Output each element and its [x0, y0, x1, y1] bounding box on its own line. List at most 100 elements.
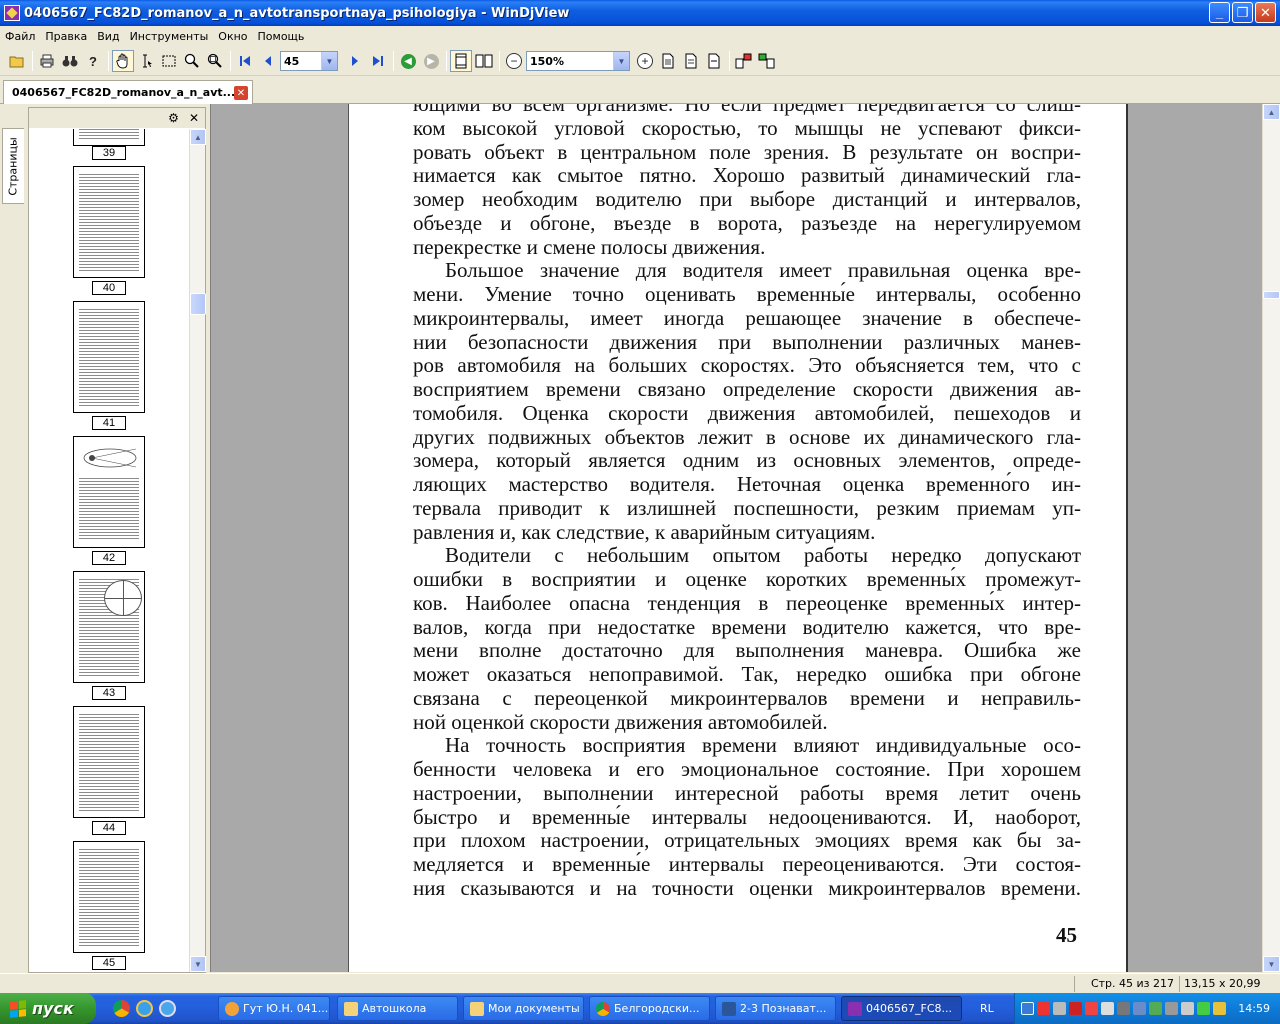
single-page-icon[interactable]	[450, 50, 472, 72]
find-binoculars-icon[interactable]	[59, 50, 81, 72]
document-scrollbar[interactable]: ▲ ▼	[1262, 104, 1280, 972]
antivirus-icon[interactable]	[1069, 1002, 1082, 1015]
scroll-up-arrow-icon[interactable]: ▲	[1263, 104, 1280, 120]
menu-help[interactable]: Помощь	[253, 30, 310, 43]
hand-tool-icon[interactable]	[112, 50, 134, 72]
language-indicator[interactable]: RL	[980, 1002, 994, 1015]
previous-page-icon[interactable]	[257, 50, 279, 72]
page-thumbnail-label[interactable]: 41	[92, 416, 126, 430]
panel-close-icon[interactable]: ✕	[189, 111, 199, 125]
tray-app-icon[interactable]	[1053, 1002, 1066, 1015]
page-thumbnail-40[interactable]	[73, 166, 145, 278]
page-thumbnail-label[interactable]: 42	[92, 551, 126, 565]
taskbar-item[interactable]: Гут Ю.Н. 041...	[218, 996, 330, 1021]
chevron-down-icon[interactable]: ▼	[321, 52, 337, 70]
open-folder-icon[interactable]	[6, 50, 28, 72]
text-select-icon[interactable]	[135, 50, 157, 72]
volume-icon[interactable]	[1181, 1002, 1194, 1015]
zoom-rect-icon[interactable]	[204, 50, 226, 72]
tray-app-icon[interactable]	[1085, 1002, 1098, 1015]
last-page-icon[interactable]	[367, 50, 389, 72]
scrollbar-thumb[interactable]	[1263, 291, 1280, 299]
zoom-icon[interactable]	[181, 50, 203, 72]
zoom-level-value[interactable]: 150%	[527, 55, 613, 68]
scrollbar-thumb[interactable]	[190, 293, 206, 315]
maximize-button[interactable]: ❐	[1232, 2, 1253, 23]
zoom-out-icon[interactable]: −	[503, 50, 525, 72]
close-button[interactable]: ✕	[1255, 2, 1276, 23]
page-thumbnail-41[interactable]	[73, 301, 145, 413]
document-page[interactable]: ющими во всем организме. Но если предмет…	[348, 104, 1128, 972]
rect-select-icon[interactable]	[158, 50, 180, 72]
page-thumbnail-label[interactable]: 44	[92, 821, 126, 835]
tab-document[interactable]: 0406567_FC82D_romanov_a_n_avt... ✕	[3, 80, 253, 104]
tray-app-icon[interactable]	[1213, 1002, 1226, 1015]
tray-app-icon[interactable]	[1101, 1002, 1114, 1015]
taskbar-item-active[interactable]: 0406567_FC8...	[841, 996, 962, 1021]
tray-app-icon[interactable]	[1197, 1002, 1210, 1015]
page-thumbnail-label[interactable]: 39	[92, 146, 126, 160]
tray-app-icon[interactable]	[1149, 1002, 1162, 1015]
actual-size-icon[interactable]	[703, 50, 725, 72]
calendar-icon[interactable]	[1037, 1002, 1050, 1015]
tray-app-icon[interactable]	[1117, 1002, 1130, 1015]
page-thumbnail-39[interactable]	[73, 129, 145, 146]
first-page-icon[interactable]	[234, 50, 256, 72]
display-icon[interactable]	[1133, 1002, 1146, 1015]
settings-gear-icon[interactable]: ⚙	[168, 111, 179, 125]
fit-width-icon[interactable]	[680, 50, 702, 72]
page-text-line: при плохом настроении, отрицательных эмо…	[413, 828, 1081, 853]
menu-view[interactable]: Вид	[92, 30, 124, 43]
zoom-in-icon[interactable]: +	[634, 50, 656, 72]
status-page-info: Стр. 45 из 217	[1090, 977, 1174, 990]
back-icon[interactable]: ◀	[397, 50, 419, 72]
minimize-button[interactable]: _	[1209, 2, 1230, 23]
start-button[interactable]: пуск	[0, 993, 96, 1024]
thumbnails-list[interactable]: 39 40 41 42 43 44 45	[29, 129, 189, 972]
taskbar-item[interactable]: Белгородски...	[589, 996, 710, 1021]
two-pages-icon[interactable]	[473, 50, 495, 72]
thumbnails-scrollbar[interactable]: ▲ ▼	[189, 129, 206, 972]
help-question-icon[interactable]: ?	[82, 50, 104, 72]
page-number-value[interactable]: 45	[281, 55, 321, 68]
taskbar-item[interactable]: Мои документы	[463, 996, 584, 1021]
page-thumbnail-label[interactable]: 45	[92, 956, 126, 970]
page-thumbnail-45[interactable]	[73, 841, 145, 953]
menu-file[interactable]: Файл	[0, 30, 40, 43]
menu-edit[interactable]: Правка	[40, 30, 92, 43]
sidebar-tab-pages[interactable]: Страницы	[2, 128, 24, 204]
fit-page-icon[interactable]	[657, 50, 679, 72]
zoom-level-combo[interactable]: 150% ▼	[526, 51, 630, 71]
page-number-combo[interactable]: 45 ▼	[280, 51, 338, 71]
network-icon[interactable]	[1021, 1002, 1034, 1015]
windjview-app-icon[interactable]	[4, 5, 20, 21]
ie-browser-icon[interactable]	[136, 1000, 153, 1017]
forward-icon[interactable]: ▶	[420, 50, 442, 72]
chrome-icon[interactable]	[113, 1000, 130, 1017]
page-text-line: мени вполне достаточно для выполнения ма…	[413, 638, 1081, 663]
print-icon[interactable]	[36, 50, 58, 72]
page-text-line: нии безопасности движения при выполнении…	[413, 329, 1081, 354]
page-text-line: настроении, выполнении интересной работы…	[413, 780, 1081, 805]
scroll-down-arrow-icon[interactable]: ▼	[1263, 956, 1280, 972]
scroll-up-arrow-icon[interactable]: ▲	[190, 129, 206, 145]
menu-tools[interactable]: Инструменты	[125, 30, 214, 43]
next-page-icon[interactable]	[344, 50, 366, 72]
rotate-left-icon[interactable]	[733, 50, 755, 72]
page-thumbnail-label[interactable]: 40	[92, 281, 126, 295]
tab-close-icon[interactable]: ✕	[234, 86, 248, 100]
page-text-line: ния сказываются и на точности оценки мик…	[413, 875, 1081, 900]
taskbar-item[interactable]: Автошкола	[337, 996, 458, 1021]
ie-browser-icon[interactable]	[159, 1000, 176, 1017]
document-view[interactable]: ющими во всем организме. Но если предмет…	[210, 104, 1262, 972]
chevron-down-icon[interactable]: ▼	[613, 52, 629, 70]
rotate-right-icon[interactable]	[756, 50, 778, 72]
scroll-down-arrow-icon[interactable]: ▼	[190, 956, 206, 972]
page-thumbnail-44[interactable]	[73, 706, 145, 818]
menu-window[interactable]: Окно	[213, 30, 252, 43]
page-thumbnail-42[interactable]	[73, 436, 145, 548]
page-thumbnail-label[interactable]: 43	[92, 686, 126, 700]
page-thumbnail-43[interactable]	[73, 571, 145, 683]
tray-app-icon[interactable]	[1165, 1002, 1178, 1015]
taskbar-item[interactable]: 2-3 Познават...	[715, 996, 836, 1021]
